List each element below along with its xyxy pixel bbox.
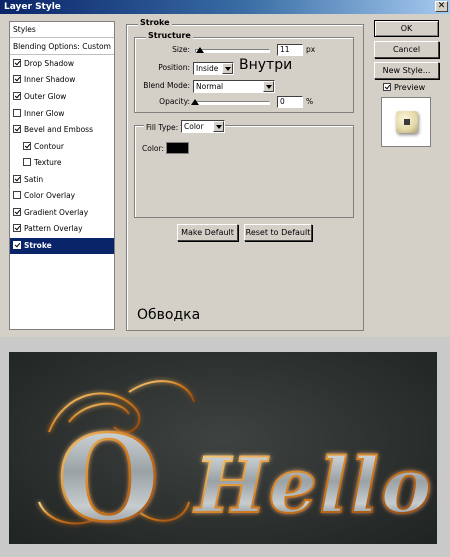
- style-item-drop-shadow[interactable]: Drop Shadow: [10, 56, 114, 72]
- opacity-slider[interactable]: [195, 101, 270, 105]
- result-artwork: O Hello: [9, 352, 437, 544]
- position-select[interactable]: Inside: [193, 62, 234, 75]
- style-item-checkbox[interactable]: [13, 109, 21, 117]
- blend-mode-label: Blend Mode:: [143, 81, 190, 90]
- style-item-color-overlay[interactable]: Color Overlay: [10, 188, 114, 204]
- style-item-checkbox[interactable]: [13, 59, 21, 67]
- style-item-outer-glow[interactable]: Outer Glow: [10, 89, 114, 105]
- new-style-button[interactable]: New Style...: [374, 62, 439, 79]
- style-item-label: Gradient Overlay: [24, 208, 89, 217]
- style-item-label: Styles: [13, 25, 36, 34]
- ok-button[interactable]: OK: [374, 20, 439, 37]
- style-item-texture[interactable]: Texture: [10, 155, 114, 171]
- size-slider-thumb[interactable]: [195, 47, 204, 53]
- style-item-checkbox[interactable]: [13, 191, 21, 199]
- position-value: Inside: [196, 64, 219, 73]
- structure-group-label: Structure: [146, 31, 193, 40]
- inside-annotation: Внутри: [239, 57, 293, 73]
- style-item-satin[interactable]: Satin: [10, 172, 114, 188]
- preview-label: Preview: [394, 83, 426, 92]
- opacity-slider-thumb[interactable]: [191, 99, 199, 105]
- style-item-checkbox[interactable]: [13, 175, 21, 183]
- preview-swatch: [396, 111, 418, 133]
- style-item-label: Outer Glow: [24, 92, 67, 101]
- artwork-text-image: O Hello: [38, 380, 434, 544]
- style-item-label: Blending Options: Custom: [13, 42, 111, 51]
- reset-default-button[interactable]: Reset to Default: [244, 224, 312, 241]
- fill-type-value: Color: [184, 122, 204, 131]
- style-item-contour[interactable]: Contour: [10, 139, 114, 155]
- stroke-group-label: Stroke: [138, 18, 172, 27]
- layer-style-dialog: Layer Style ✕ Styles Blending Options: Cu…: [0, 0, 450, 337]
- chevron-down-icon: [222, 63, 233, 74]
- style-item-checkbox[interactable]: [23, 142, 31, 150]
- window-title: Layer Style: [4, 2, 61, 12]
- size-label: Size:: [172, 45, 190, 54]
- position-label: Position:: [158, 63, 190, 72]
- style-item-label: Texture: [34, 158, 62, 167]
- style-item-pattern-overlay[interactable]: Pattern Overlay: [10, 221, 114, 237]
- style-item-label: Inner Glow: [24, 109, 65, 118]
- chevron-down-icon: [263, 81, 274, 92]
- style-item-blending-options-custom[interactable]: Blending Options: Custom: [10, 39, 114, 55]
- artwork-initial: O: [57, 409, 160, 544]
- blend-mode-value: Normal: [196, 82, 224, 91]
- style-item-checkbox[interactable]: [13, 224, 21, 232]
- style-item-checkbox[interactable]: [13, 125, 21, 133]
- opacity-input[interactable]: 0: [277, 96, 303, 108]
- style-item-label: Stroke: [24, 241, 52, 250]
- style-item-label: Inner Shadow: [24, 75, 76, 84]
- blend-mode-select[interactable]: Normal: [193, 80, 275, 93]
- style-item-bevel-and-emboss[interactable]: Bevel and Emboss: [10, 122, 114, 138]
- opacity-unit: %: [306, 97, 314, 106]
- size-slider[interactable]: [195, 49, 270, 53]
- chevron-down-icon: [213, 121, 224, 132]
- size-input[interactable]: 11: [277, 44, 303, 56]
- style-item-stroke[interactable]: Stroke: [10, 238, 114, 254]
- preview-toggle[interactable]: Preview: [383, 83, 425, 92]
- close-icon[interactable]: ✕: [435, 1, 448, 12]
- style-item-checkbox[interactable]: [23, 158, 31, 166]
- style-item-inner-glow[interactable]: Inner Glow: [10, 106, 114, 122]
- stroke-annotation: Обводка: [137, 307, 201, 323]
- style-item-inner-shadow[interactable]: Inner Shadow: [10, 72, 114, 88]
- style-item-gradient-overlay[interactable]: Gradient Overlay: [10, 205, 114, 221]
- style-item-checkbox[interactable]: [13, 75, 21, 83]
- title-bar: Layer Style ✕: [0, 0, 450, 14]
- make-default-button[interactable]: Make Default: [177, 224, 238, 241]
- style-item-label: Bevel and Emboss: [24, 125, 93, 134]
- fill-type-label: Fill Type:: [144, 123, 181, 132]
- size-unit: px: [306, 45, 316, 54]
- style-item-label: Drop Shadow: [24, 59, 75, 68]
- color-label: Color:: [142, 144, 164, 153]
- fill-type-select[interactable]: Color: [181, 120, 225, 133]
- cancel-button[interactable]: Cancel: [374, 41, 439, 58]
- styles-list: Styles Blending Options: Custom Drop Shado…: [9, 21, 115, 330]
- style-item-label: Contour: [34, 142, 64, 151]
- artwork-text: Hello: [193, 441, 434, 530]
- style-item-label: Color Overlay: [24, 191, 76, 200]
- preview-checkbox[interactable]: [383, 83, 391, 91]
- fill-group: [134, 125, 354, 218]
- style-item-styles[interactable]: Styles: [10, 22, 114, 38]
- opacity-label: Opacity:: [159, 97, 190, 106]
- style-item-label: Pattern Overlay: [24, 224, 83, 233]
- style-preview: [381, 97, 431, 147]
- style-item-checkbox[interactable]: [13, 241, 21, 249]
- color-swatch[interactable]: [166, 142, 189, 154]
- style-item-checkbox[interactable]: [13, 92, 21, 100]
- style-item-checkbox[interactable]: [13, 208, 21, 216]
- style-item-label: Satin: [24, 175, 44, 184]
